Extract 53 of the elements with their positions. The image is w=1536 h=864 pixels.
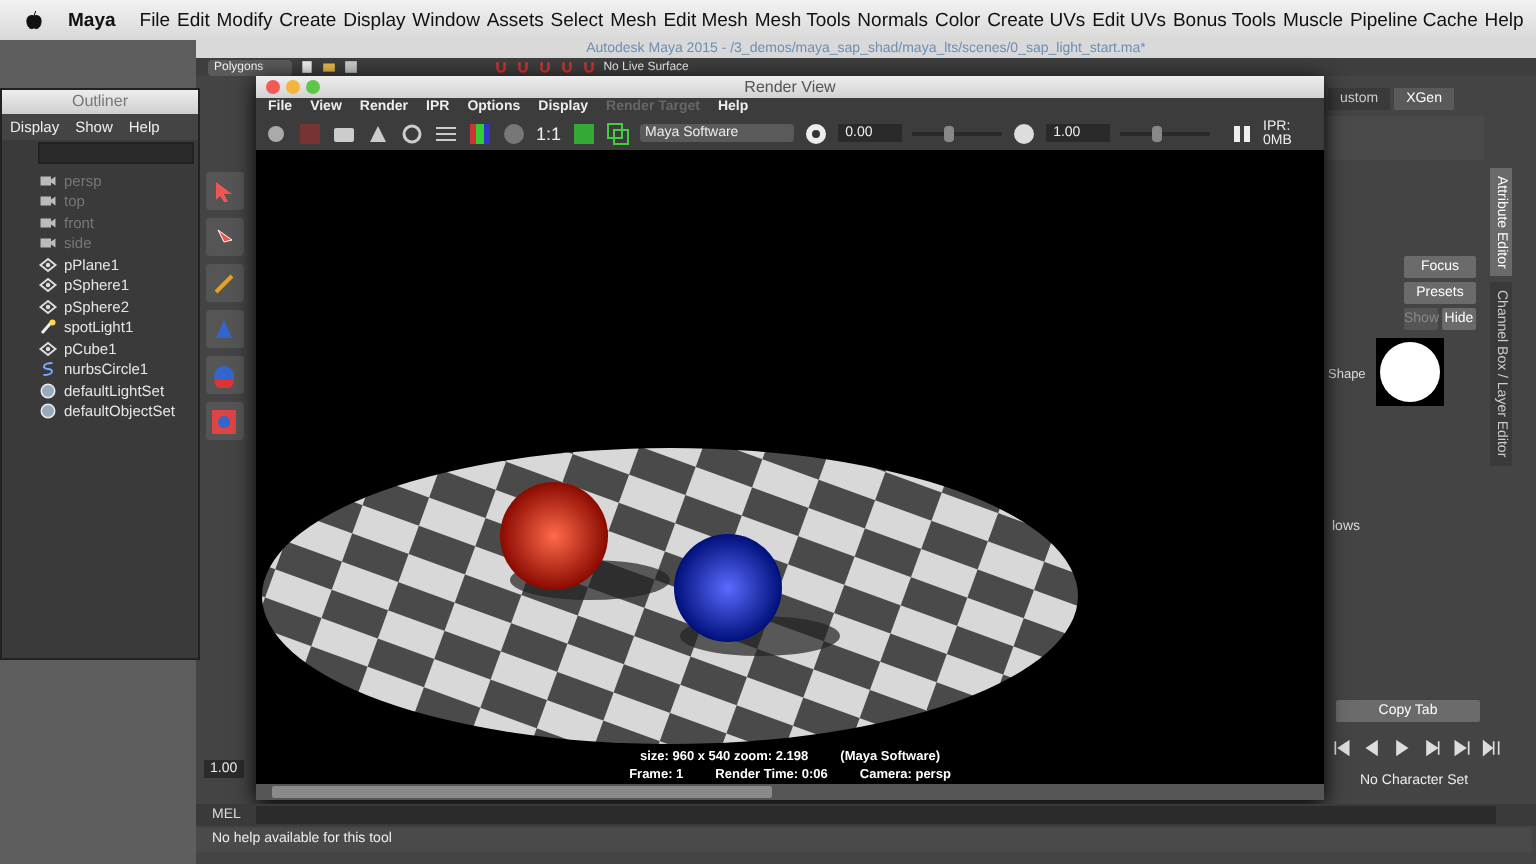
scrollbar-thumb[interactable] bbox=[272, 786, 772, 798]
menu-item[interactable]: Window bbox=[412, 9, 480, 31]
menu-item[interactable]: Display bbox=[343, 9, 406, 31]
step-back-icon[interactable] bbox=[1362, 738, 1382, 758]
menu-item[interactable]: Mesh bbox=[610, 9, 657, 31]
sphere-icon[interactable] bbox=[502, 121, 526, 145]
menu-item[interactable]: Mesh Tools bbox=[754, 9, 851, 31]
window-title: Render View bbox=[744, 76, 836, 98]
menu-item[interactable]: Edit UVs bbox=[1092, 9, 1167, 31]
ratio-button[interactable]: 1:1 bbox=[536, 123, 562, 143]
menu-item[interactable]: Color bbox=[934, 9, 981, 31]
mesh-icon[interactable] bbox=[38, 276, 58, 295]
menu-item[interactable]: Pipeline Cache bbox=[1349, 9, 1478, 31]
menu-item[interactable]: Create bbox=[279, 9, 337, 31]
menu-item[interactable]: File bbox=[139, 9, 171, 31]
app-name[interactable]: Maya bbox=[68, 9, 116, 31]
mesh-icon[interactable] bbox=[38, 255, 58, 274]
camera-icon[interactable] bbox=[38, 192, 58, 211]
command-field[interactable] bbox=[256, 806, 1496, 824]
select-tool-icon[interactable] bbox=[205, 172, 243, 210]
skip-start-icon[interactable] bbox=[1332, 738, 1352, 758]
step-forward-icon[interactable] bbox=[1422, 738, 1442, 758]
exposure-icon[interactable] bbox=[803, 121, 828, 145]
menu-item[interactable]: Modify bbox=[216, 9, 273, 31]
menu-item[interactable]: Assets bbox=[486, 9, 544, 31]
curve-icon[interactable] bbox=[38, 360, 58, 379]
camera-icon[interactable] bbox=[38, 234, 58, 253]
shape-swatch[interactable] bbox=[1376, 338, 1444, 406]
skip-end-icon[interactable] bbox=[1452, 738, 1472, 758]
mesh-icon[interactable] bbox=[38, 297, 58, 316]
apple-icon[interactable] bbox=[24, 9, 44, 31]
spotlight-icon[interactable] bbox=[38, 318, 58, 337]
play-icon[interactable] bbox=[1392, 738, 1412, 758]
pause-icon[interactable] bbox=[1229, 121, 1254, 145]
color-icon[interactable] bbox=[468, 121, 492, 145]
window-title: Outliner bbox=[2, 90, 198, 114]
search-field[interactable] bbox=[38, 142, 194, 164]
menu-item[interactable]: Edit Mesh bbox=[663, 9, 748, 31]
close-button[interactable] bbox=[266, 80, 280, 94]
camera-icon[interactable] bbox=[38, 213, 58, 232]
menu-item[interactable]: Bonus Tools bbox=[1172, 9, 1277, 31]
menu-item[interactable]: Select bbox=[550, 9, 604, 31]
slider-thumb[interactable] bbox=[1152, 125, 1162, 141]
menu-item[interactable]: Edit bbox=[176, 9, 210, 31]
slider-thumb[interactable] bbox=[944, 125, 955, 141]
menu-item[interactable]: Muscle bbox=[1282, 9, 1344, 31]
menu-item[interactable]: Normals bbox=[857, 9, 929, 31]
mesh-icon[interactable] bbox=[38, 339, 58, 358]
menu-item[interactable]: Create UVs bbox=[987, 9, 1086, 31]
folder-icon[interactable] bbox=[321, 60, 336, 74]
menu-item[interactable]: Help bbox=[1484, 9, 1524, 31]
camera-icon[interactable] bbox=[38, 171, 58, 190]
file-icon[interactable] bbox=[299, 60, 314, 74]
